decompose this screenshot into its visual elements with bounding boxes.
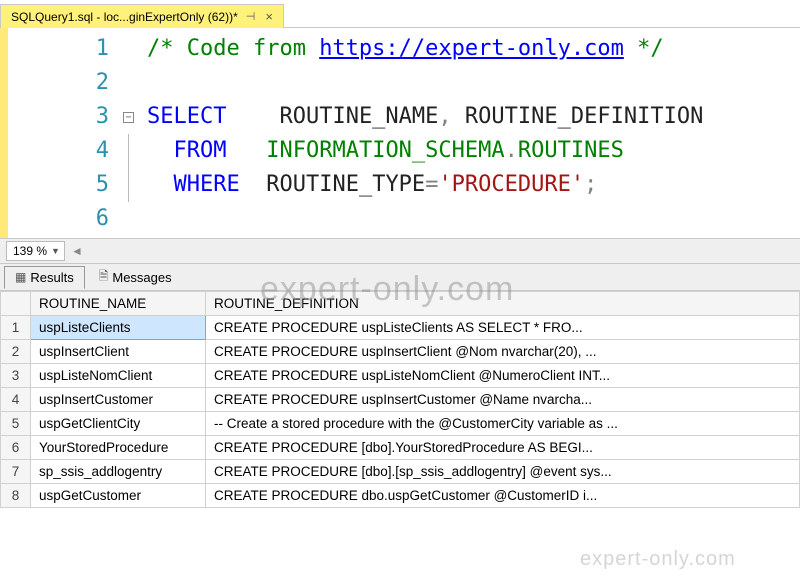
sql-table: ROUTINES <box>518 138 624 163</box>
grid-corner[interactable] <box>1 292 31 316</box>
results-panel-tabs: ▦ Results 🗎 Messages <box>0 264 800 290</box>
line-number: 4 <box>8 134 109 168</box>
sql-op: . <box>505 138 518 163</box>
column-header[interactable]: ROUTINE_NAME <box>31 292 206 316</box>
scroll-left-icon[interactable]: ◄ <box>71 244 83 258</box>
line-number-gutter: 1 2 3 4 5 6 <box>8 28 123 238</box>
cell-routine-definition[interactable]: -- Create a stored procedure with the @C… <box>206 412 800 436</box>
line-number: 2 <box>8 66 109 100</box>
sql-identifier: ROUTINE_TYPE <box>266 172 425 197</box>
sql-keyword: FROM <box>174 138 227 163</box>
fold-collapse-icon[interactable]: − <box>123 112 134 123</box>
cell-routine-definition[interactable]: CREATE PROCEDURE [dbo].[sp_ssis_addlogen… <box>206 460 800 484</box>
table-row[interactable]: 8uspGetCustomerCREATE PROCEDURE dbo.uspG… <box>1 484 800 508</box>
editor-status-bar: 139 % ▼ ◄ <box>0 238 800 264</box>
row-header[interactable]: 7 <box>1 460 31 484</box>
close-icon[interactable]: × <box>263 9 275 24</box>
tab-messages-label: Messages <box>112 270 171 285</box>
zoom-value: 139 % <box>13 244 47 258</box>
row-header[interactable]: 8 <box>1 484 31 508</box>
code-editor[interactable]: 1 2 3 4 5 6 − /* Code from https://exper… <box>0 28 800 238</box>
sql-schema: INFORMATION_SCHEMA <box>266 138 504 163</box>
sql-op: = <box>425 172 438 197</box>
cell-routine-name[interactable]: uspInsertClient <box>31 340 206 364</box>
table-row[interactable]: 7sp_ssis_addlogentryCREATE PROCEDURE [db… <box>1 460 800 484</box>
results-grid[interactable]: ROUTINE_NAME ROUTINE_DEFINITION 1uspList… <box>0 290 800 508</box>
sql-op: ; <box>584 172 597 197</box>
table-row[interactable]: 3uspListeNomClientCREATE PROCEDURE uspLi… <box>1 364 800 388</box>
cell-routine-definition[interactable]: CREATE PROCEDURE uspInsertCustomer @Name… <box>206 388 800 412</box>
results-table[interactable]: ROUTINE_NAME ROUTINE_DEFINITION 1uspList… <box>0 291 800 508</box>
change-marker-gutter <box>0 28 8 238</box>
cell-routine-name[interactable]: uspGetClientCity <box>31 412 206 436</box>
code-content[interactable]: /* Code from https://expert-only.com */ … <box>141 28 800 238</box>
cell-routine-name[interactable]: uspGetCustomer <box>31 484 206 508</box>
comment-text: /* Code from <box>147 36 319 61</box>
tab-results-label: Results <box>30 270 73 285</box>
tab-messages[interactable]: 🗎 Messages <box>89 264 182 291</box>
column-header[interactable]: ROUTINE_DEFINITION <box>206 292 800 316</box>
table-row[interactable]: 4uspInsertCustomer CREATE PROCEDURE uspI… <box>1 388 800 412</box>
comment-link[interactable]: https://expert-only.com <box>319 36 624 61</box>
table-row[interactable]: 1uspListeClientsCREATE PROCEDURE uspList… <box>1 316 800 340</box>
table-row[interactable]: 5uspGetClientCity-- Create a stored proc… <box>1 412 800 436</box>
cell-routine-name[interactable]: uspInsertCustomer <box>31 388 206 412</box>
table-row[interactable]: 6YourStoredProcedure CREATE PROCEDURE [d… <box>1 436 800 460</box>
chevron-down-icon: ▼ <box>51 246 60 256</box>
cell-routine-name[interactable]: sp_ssis_addlogentry <box>31 460 206 484</box>
cell-routine-name[interactable]: YourStoredProcedure <box>31 436 206 460</box>
messages-icon: 🗎 <box>99 267 109 288</box>
row-header[interactable]: 6 <box>1 436 31 460</box>
sql-identifier: ROUTINE_NAME <box>279 104 438 129</box>
cell-routine-name[interactable]: uspListeClients <box>31 316 206 340</box>
row-header[interactable]: 1 <box>1 316 31 340</box>
line-number: 1 <box>8 32 109 66</box>
file-tab[interactable]: SQLQuery1.sql - loc...ginExpertOnly (62)… <box>0 4 284 28</box>
row-header[interactable]: 2 <box>1 340 31 364</box>
table-row[interactable]: 2uspInsertClient CREATE PROCEDURE uspIns… <box>1 340 800 364</box>
sql-identifier: ROUTINE_DEFINITION <box>465 104 703 129</box>
line-number: 5 <box>8 168 109 202</box>
line-number: 6 <box>8 202 109 236</box>
sql-string: 'PROCEDURE' <box>438 172 584 197</box>
grid-icon: ▦ <box>15 270 26 284</box>
sql-keyword: SELECT <box>147 104 226 129</box>
cell-routine-definition[interactable]: CREATE PROCEDURE uspListeClients AS SELE… <box>206 316 800 340</box>
row-header[interactable]: 4 <box>1 388 31 412</box>
file-tab-title: SQLQuery1.sql - loc...ginExpertOnly (62)… <box>11 10 238 24</box>
cell-routine-definition[interactable]: CREATE PROCEDURE uspInsertClient @Nom nv… <box>206 340 800 364</box>
sql-keyword: WHERE <box>174 172 240 197</box>
row-header[interactable]: 3 <box>1 364 31 388</box>
cell-routine-definition[interactable]: CREATE PROCEDURE [dbo].YourStoredProcedu… <box>206 436 800 460</box>
code-fold-gutter: − <box>123 28 141 238</box>
watermark: expert-only.com <box>580 548 736 571</box>
cell-routine-definition[interactable]: CREATE PROCEDURE dbo.uspGetCustomer @Cus… <box>206 484 800 508</box>
pin-icon[interactable]: ⊣ <box>244 10 258 23</box>
tab-results[interactable]: ▦ Results <box>4 266 85 289</box>
cell-routine-name[interactable]: uspListeNomClient <box>31 364 206 388</box>
zoom-selector[interactable]: 139 % ▼ <box>6 241 65 261</box>
line-number: 3 <box>8 100 109 134</box>
row-header[interactable]: 5 <box>1 412 31 436</box>
comment-text: */ <box>624 36 664 61</box>
tab-bar: SQLQuery1.sql - loc...ginExpertOnly (62)… <box>0 0 800 28</box>
sql-op: , <box>438 104 465 129</box>
cell-routine-definition[interactable]: CREATE PROCEDURE uspListeNomClient @Nume… <box>206 364 800 388</box>
